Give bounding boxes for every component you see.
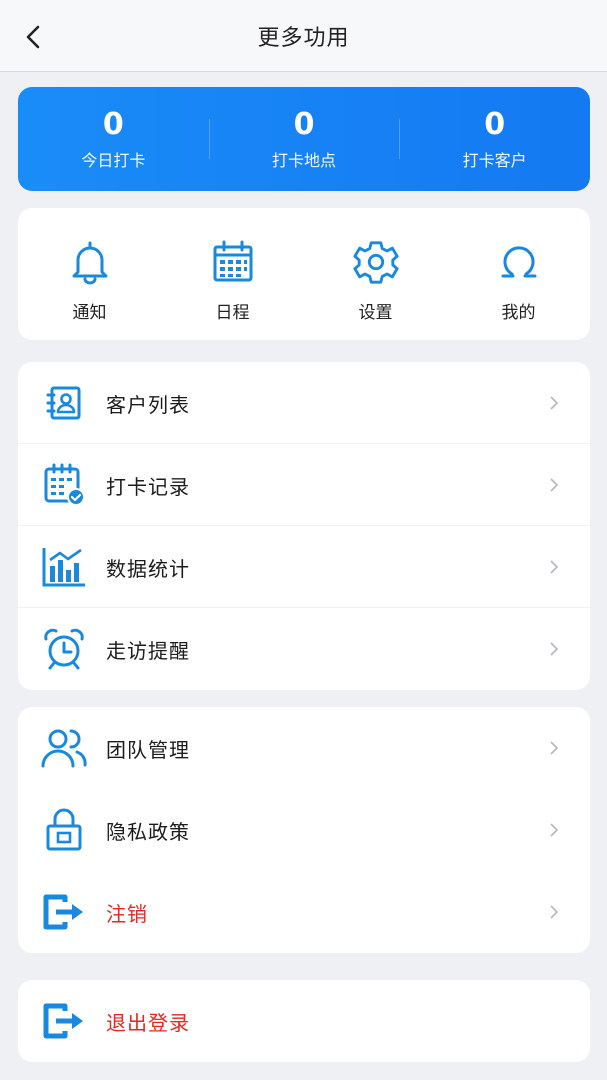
menu-list-account: 团队管理 隐私政策 注销 (18, 707, 590, 953)
back-button[interactable] (20, 22, 46, 52)
stat-checkin-customers[interactable]: 0 打卡客户 (399, 87, 590, 191)
stat-checkin-locations[interactable]: 0 打卡地点 (208, 87, 400, 191)
contact-book-icon (46, 386, 81, 420)
stats-summary-card: 0 今日打卡 0 打卡地点 0 打卡客户 (18, 87, 590, 191)
stat-label: 打卡地点 (272, 151, 337, 170)
exit-icon (43, 894, 83, 930)
alarm-clock-icon (44, 628, 84, 670)
quick-action-label: 我的 (501, 303, 536, 323)
page-title: 更多功用 (257, 25, 350, 51)
quick-action-settings[interactable]: 设置 (304, 208, 447, 340)
quick-action-label: 设置 (358, 303, 393, 323)
stat-label: 打卡客户 (462, 151, 527, 170)
lock-icon (46, 808, 82, 851)
menu-item-label: 团队管理 (106, 737, 190, 762)
stat-value: 0 (484, 107, 506, 142)
menu-item-label: 注销 (106, 901, 148, 926)
chevron-right-icon (550, 478, 558, 492)
menu-item-checkin-records[interactable]: 打卡记录 (18, 444, 590, 526)
exit-icon (43, 1003, 83, 1039)
chevron-right-icon (550, 642, 558, 656)
gear-icon (352, 241, 399, 284)
quick-action-label: 通知 (72, 303, 107, 323)
menu-item-label: 数据统计 (106, 556, 190, 581)
menu-item-customer-list[interactable]: 客户列表 (18, 362, 590, 444)
stat-today-checkins[interactable]: 0 今日打卡 (18, 87, 209, 191)
logout-button[interactable]: 退出登录 (18, 980, 590, 1062)
menu-item-deactivate-account[interactable]: 注销 (18, 871, 590, 953)
quick-actions-card: 通知 日程 设置 我的 (18, 208, 590, 340)
quick-action-label: 日程 (215, 303, 250, 323)
nav-bar: 更多功用 (0, 0, 607, 72)
checkin-record-icon (44, 463, 85, 506)
stat-label: 今日打卡 (81, 151, 146, 170)
chevron-right-icon (550, 823, 558, 837)
menu-list-business: 客户列表 打卡记录 数据统计 走访提醒 (18, 362, 590, 690)
menu-item-privacy-policy[interactable]: 隐私政策 (18, 789, 590, 871)
chevron-right-icon (550, 560, 558, 574)
logout-card: 退出登录 (18, 980, 590, 1062)
chevron-right-icon (550, 741, 558, 755)
chevron-right-icon (550, 396, 558, 410)
stat-value: 0 (293, 107, 315, 142)
menu-item-visit-reminder[interactable]: 走访提醒 (18, 608, 590, 690)
calendar-icon (213, 240, 252, 282)
logout-label: 退出登录 (106, 1010, 190, 1035)
menu-item-team-management[interactable]: 团队管理 (18, 707, 590, 789)
menu-item-label: 客户列表 (106, 392, 190, 417)
chevron-right-icon (550, 905, 558, 919)
team-icon (41, 729, 87, 768)
bar-chart-icon (42, 548, 85, 587)
menu-item-label: 打卡记录 (106, 474, 190, 499)
quick-action-notifications[interactable]: 通知 (18, 208, 161, 340)
bell-icon (72, 241, 107, 285)
chevron-left-icon (26, 25, 40, 49)
user-icon (501, 246, 536, 278)
menu-item-label: 隐私政策 (106, 819, 190, 844)
quick-action-profile[interactable]: 我的 (447, 208, 590, 340)
stat-value: 0 (102, 107, 124, 142)
quick-action-schedule[interactable]: 日程 (161, 208, 304, 340)
menu-item-label: 走访提醒 (106, 638, 190, 663)
menu-item-data-statistics[interactable]: 数据统计 (18, 526, 590, 608)
